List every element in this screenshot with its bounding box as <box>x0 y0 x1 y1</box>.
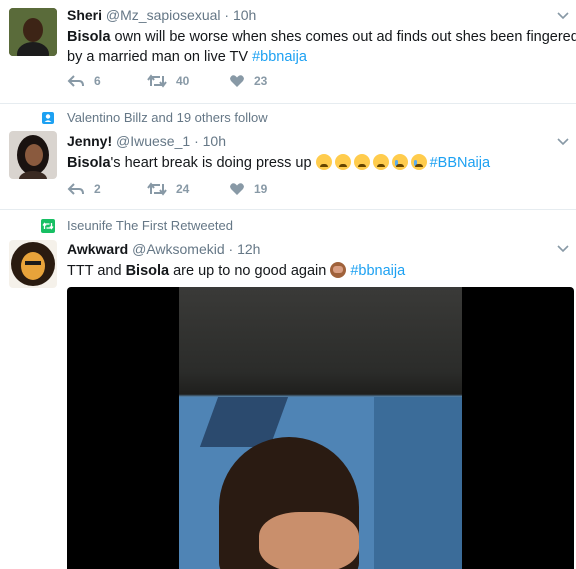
author-name[interactable]: Sheri <box>67 7 102 23</box>
retweet-button[interactable]: 40 <box>147 74 229 88</box>
avatar-image <box>9 8 57 56</box>
tweet-media-video[interactable] <box>67 287 574 569</box>
author-name[interactable]: Awkward <box>67 241 128 257</box>
avatar-image <box>9 240 57 288</box>
author-handle[interactable]: @Iwuese_1 <box>116 133 190 149</box>
retweet-icon <box>147 182 167 196</box>
reply-icon <box>67 75 84 87</box>
reply-icon <box>67 183 84 195</box>
retweet-button[interactable]: 24 <box>147 182 229 196</box>
tweet-actions: 2 24 19 <box>67 179 267 199</box>
like-button[interactable]: 19 <box>229 182 267 196</box>
author-name[interactable]: Jenny! <box>67 133 112 149</box>
like-icon <box>230 75 244 87</box>
timeline: Sheri @Mz_sapiosexual · 10h Bisola own w… <box>0 0 576 569</box>
hashtag-link[interactable]: #BBNaija <box>430 155 490 171</box>
tweet-text: Bisola's heart break is doing press up #… <box>67 153 576 173</box>
weary-face-emoji-icon <box>372 154 389 170</box>
highlight-term: Bisola <box>67 155 111 171</box>
separator-dot: · <box>224 7 230 23</box>
timestamp[interactable]: 12h <box>237 241 260 257</box>
tweet-text-part: 's heart break is doing press up <box>110 155 316 171</box>
hashtag-link[interactable]: #bbnaija <box>252 49 307 65</box>
crying-face-emoji-icon <box>410 154 427 170</box>
tweet-actions: 6 40 23 <box>67 71 267 91</box>
like-button[interactable]: 23 <box>229 74 267 88</box>
tweet-header: Jenny! @Iwuese_1 · 10h <box>67 131 576 151</box>
tweet-text-line2: by a married man on live TV <box>67 49 253 65</box>
tired-face-emoji-icon <box>315 154 332 170</box>
weary-face-emoji-icon <box>353 154 370 170</box>
like-count: 23 <box>254 74 268 88</box>
avatar[interactable] <box>9 240 57 288</box>
tweet-text-part: own will be worse when shes comes out ad… <box>110 29 576 45</box>
tweet-text: Bisola own will be worse when shes comes… <box>67 27 576 67</box>
social-context[interactable]: Valentino Billz and 19 others follow <box>67 109 268 127</box>
retweet-count: 40 <box>176 74 190 88</box>
video-frame <box>179 287 462 569</box>
chevron-down-icon[interactable] <box>556 8 570 22</box>
like-count: 19 <box>254 182 268 196</box>
reply-button[interactable]: 2 <box>67 182 147 196</box>
timestamp[interactable]: 10h <box>203 133 226 149</box>
highlight-term: Bisola <box>125 263 170 279</box>
retweet-icon <box>147 74 167 88</box>
tweet-header: Awkward @Awksomekid · 12h <box>67 239 576 259</box>
highlight-term: Bisola <box>67 29 111 45</box>
avatar[interactable] <box>9 8 57 56</box>
reply-button[interactable]: 6 <box>67 74 147 88</box>
tweet[interactable]: Valentino Billz and 19 others follow Jen… <box>0 104 576 210</box>
avatar[interactable] <box>9 131 57 179</box>
follow-person-icon <box>42 112 54 124</box>
author-handle[interactable]: @Awksomekid <box>132 241 225 257</box>
timestamp[interactable]: 10h <box>233 7 256 23</box>
tired-face-emoji-icon <box>334 154 351 170</box>
crying-face-emoji-icon <box>391 154 408 170</box>
author-handle[interactable]: @Mz_sapiosexual <box>106 7 221 23</box>
tweet-text-part: TTT and <box>67 263 126 279</box>
chevron-down-icon[interactable] <box>556 134 570 148</box>
separator-dot: · <box>194 133 199 149</box>
see-no-evil-monkey-emoji-icon <box>330 262 347 278</box>
hashtag-link[interactable]: #bbnaija <box>350 263 405 279</box>
tweet[interactable]: Sheri @Mz_sapiosexual · 10h Bisola own w… <box>0 0 576 104</box>
video-scene-panel <box>374 397 462 569</box>
tweet-text: TTT and Bisola are up to no good again #… <box>67 261 576 281</box>
social-context[interactable]: Iseunife The First Retweeted <box>67 217 233 235</box>
avatar-image <box>9 131 57 179</box>
retweet-count: 24 <box>176 182 190 196</box>
retweet-context-icon <box>41 219 55 233</box>
tweet-header: Sheri @Mz_sapiosexual · 10h <box>67 5 576 25</box>
chevron-down-icon[interactable] <box>556 241 570 255</box>
separator-dot: · <box>228 241 234 257</box>
like-icon <box>230 183 244 195</box>
reply-count: 6 <box>94 74 101 88</box>
tweet-text-part: are up to no good again <box>169 263 331 279</box>
reply-count: 2 <box>94 182 101 196</box>
video-scene-person <box>259 512 359 569</box>
